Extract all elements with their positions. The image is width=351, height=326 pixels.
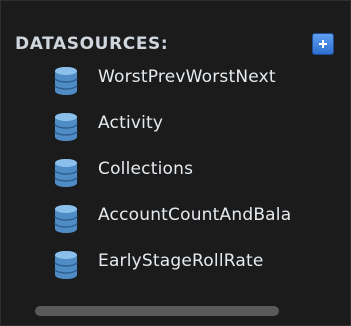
database-icon: [54, 159, 78, 187]
database-icon: [54, 205, 78, 233]
datasource-item-earlystagerollrate[interactable]: EarlyStageRollRate: [1, 243, 350, 287]
datasource-label: WorstPrevWorstNext: [98, 67, 276, 87]
database-icon: [54, 251, 78, 279]
datasource-label: Activity: [98, 113, 164, 133]
database-icon: [54, 113, 78, 141]
datasources-header: DATASOURCES:: [15, 34, 169, 54]
horizontal-scrollbar[interactable]: [35, 306, 279, 316]
datasource-item-worstprevworstnext[interactable]: WorstPrevWorstNext: [1, 59, 350, 103]
datasource-label: Collections: [98, 159, 194, 179]
database-icon: [54, 67, 78, 95]
datasource-item-activity[interactable]: Activity: [1, 105, 350, 149]
datasources-panel: DATASOURCES: WorstPrevWorstNext Activity…: [0, 0, 351, 326]
add-datasource-button[interactable]: [312, 33, 334, 55]
datasource-label: EarlyStageRollRate: [98, 251, 264, 271]
datasource-item-accountcountandbala[interactable]: AccountCountAndBala: [1, 197, 350, 241]
datasource-item-collections[interactable]: Collections: [1, 151, 350, 195]
datasource-label: AccountCountAndBala: [98, 205, 292, 225]
